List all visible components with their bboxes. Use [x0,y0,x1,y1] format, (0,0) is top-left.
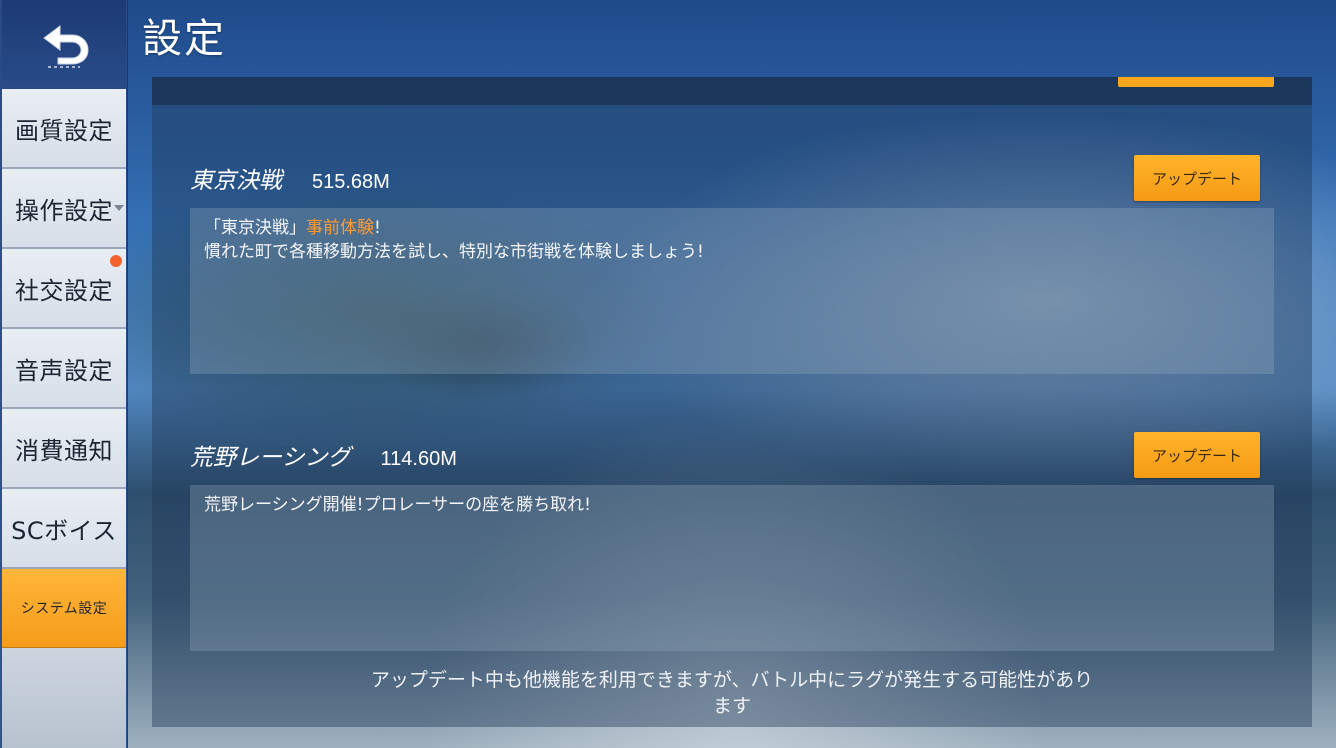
partial-update-button[interactable] [1118,77,1274,87]
sidebar-item-audio[interactable]: 音声設定 [2,329,126,409]
chevron-down-icon [114,205,124,211]
description-line: 荒野レーシング開催!プロレーサーの座を勝ち取れ! [204,495,591,515]
description-highlight: 事前体験 [306,218,374,238]
sidebar-item-graphics[interactable]: 画質設定 [2,89,126,169]
sidebar-item-system[interactable]: システム設定 [2,569,126,649]
sidebar-item-label: 音声設定 [15,356,113,385]
sidebar-item-purchase-notice[interactable]: 消費通知 [2,409,126,489]
sidebar-item-controls[interactable]: 操作設定 [2,169,126,249]
sidebar-item-label: 画質設定 [15,116,113,145]
download-item-header: 東京決戦 515.68M [190,161,390,195]
undo-arrow-icon [43,25,89,65]
download-item-description: 「東京決戦」事前体験! 慣れた町で各種移動方法を試し、特別な市街戦を体験しましょ… [190,208,1274,374]
back-button[interactable] [2,0,126,86]
sidebar-item-label: 操作設定 [15,196,113,225]
download-item-name: 東京決戦 [190,168,282,194]
update-button[interactable]: アップデート [1134,155,1260,201]
description-text: ! [374,218,381,238]
description-line: 慣れた町で各種移動方法を試し、特別な市街戦を体験しましょう! [204,242,704,262]
sidebar-item-label: 社交設定 [15,276,113,305]
sidebar-item-label: システム設定 [20,601,108,617]
footer-note: アップデート中も他機能を利用できますが、バトル中にラグが発生する可能性があります [370,669,1094,717]
page-title: 設定 [142,16,226,62]
sidebar-item-social[interactable]: 社交設定 [2,249,126,329]
sidebar: 画質設定 操作設定 社交設定 音声設定 消費通知 SCボイス システム設定 [0,0,128,748]
download-item-name: 荒野レーシング [190,445,351,471]
sidebar-item-label: SCボイス [11,516,117,545]
download-item-header: 荒野レーシング 114.60M [190,438,457,472]
back-button-underline [48,66,80,68]
update-button[interactable]: アップデート [1134,432,1260,478]
notification-dot-icon [110,255,122,267]
sidebar-item-label: 消費通知 [15,436,113,465]
download-item-size: 114.60M [380,448,457,470]
download-item-description: 荒野レーシング開催!プロレーサーの座を勝ち取れ! [190,485,1274,651]
sidebar-filler [2,648,126,748]
download-item-size: 515.68M [312,171,390,193]
description-text: 「東京決戦」 [204,218,306,238]
download-panel: 東京決戦 515.68M アップデート 「東京決戦」事前体験! 慣れた町で各種移… [152,77,1312,727]
description-line: 「東京決戦」事前体験! [204,216,1260,240]
sidebar-item-sc-voice[interactable]: SCボイス [2,489,126,569]
